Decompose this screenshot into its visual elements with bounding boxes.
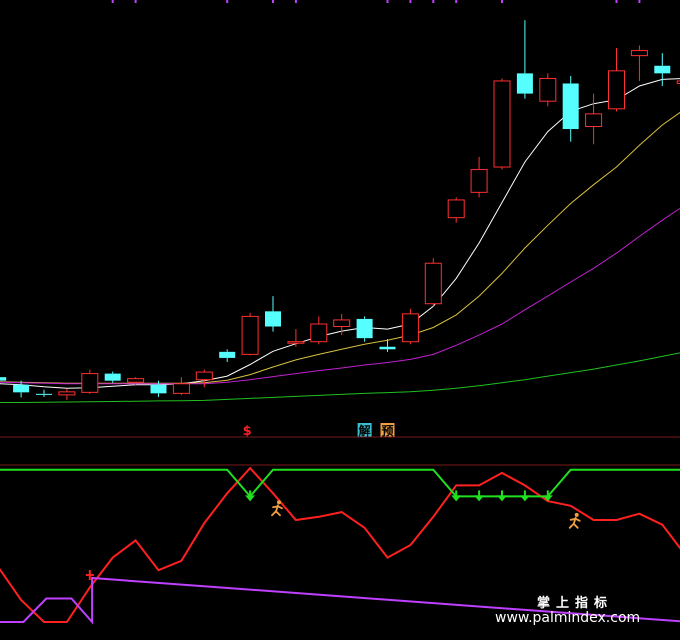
candle-body-up — [585, 113, 603, 128]
candle-body-up — [172, 383, 190, 394]
candle-body-up — [127, 378, 145, 383]
indicator-line-green — [0, 468, 680, 498]
down-arrow-head-icon — [245, 495, 256, 502]
candle-body-down — [516, 73, 533, 94]
top-tick-marks — [111, 0, 641, 3]
candle-body-up — [333, 319, 351, 328]
candle-body-up — [424, 262, 442, 305]
ma-line-ma4 — [0, 352, 680, 403]
candle-body-down — [219, 351, 236, 358]
top-tick — [294, 0, 297, 3]
candle — [356, 316, 373, 342]
top-tick — [111, 0, 114, 3]
candle-body-up — [310, 323, 328, 343]
candle-body-down — [104, 373, 121, 381]
top-tick — [386, 0, 389, 3]
down-arrow-head-icon — [451, 495, 462, 502]
candle — [195, 369, 213, 388]
ma-line-ma2 — [0, 111, 680, 384]
candle — [630, 45, 648, 81]
candle — [310, 316, 328, 345]
candle — [241, 312, 259, 356]
top-tick — [226, 0, 229, 3]
candle-body-down — [356, 318, 373, 339]
top-tick — [615, 0, 618, 3]
top-tick — [409, 0, 412, 3]
candle-body-down — [562, 83, 579, 130]
runner-icon — [568, 512, 581, 529]
runner-icon — [271, 500, 283, 517]
runner-head — [277, 500, 281, 505]
candle-body-up — [241, 315, 259, 355]
runner-body — [568, 516, 581, 529]
candle-body-up — [81, 373, 99, 393]
candle-body-up — [401, 313, 419, 343]
candle-body-down — [0, 377, 7, 381]
candle — [539, 73, 557, 107]
watermark-cn: 掌上指标 — [537, 595, 613, 611]
candle — [424, 258, 442, 307]
candle-body-down — [36, 393, 52, 395]
candle-body-up — [630, 50, 648, 57]
candle-body-down — [265, 311, 281, 327]
watermark: 掌上指标 www.palmindex.com — [495, 595, 640, 626]
candle — [36, 389, 52, 397]
candle-body-down — [654, 65, 671, 74]
down-arrow-head-icon — [474, 495, 485, 502]
down-arrow-head-icon — [519, 495, 530, 502]
price-panel — [0, 20, 680, 403]
top-tick — [272, 0, 274, 3]
candle-body-up — [287, 341, 305, 344]
runner-body — [271, 504, 283, 517]
candle-body-up — [58, 391, 76, 396]
top-tick — [638, 0, 641, 3]
candle — [401, 308, 419, 345]
candle — [447, 197, 465, 223]
candle-body-down — [13, 384, 30, 393]
badge-text: 预 — [381, 424, 393, 438]
candle — [0, 377, 7, 381]
candle-body-up — [447, 199, 465, 219]
candle — [493, 78, 511, 170]
candle-body-up — [195, 371, 213, 381]
candle — [516, 20, 533, 99]
candle — [562, 75, 579, 142]
runner-head — [574, 512, 579, 517]
candle-body-up — [539, 77, 557, 102]
top-tick — [134, 0, 137, 3]
candle — [608, 48, 625, 112]
candle-body-down — [379, 346, 396, 350]
candlesticks — [0, 20, 680, 400]
top-tick — [432, 0, 435, 3]
watermark-url: www.palmindex.com — [495, 610, 640, 626]
indicator-markers — [85, 490, 581, 581]
candle — [172, 377, 190, 395]
ma-line-ma3 — [0, 207, 680, 385]
stock-chart: $ 解预 掌上指标 www.palmindex.com — [0, 0, 680, 626]
candle — [470, 156, 488, 198]
candle-body-down — [150, 384, 167, 394]
candle — [104, 371, 121, 383]
top-tick — [455, 0, 458, 3]
candle — [287, 329, 305, 347]
down-arrow-head-icon — [497, 495, 507, 502]
top-tick — [501, 0, 503, 3]
candle-body-up — [608, 70, 625, 110]
candle-body-up — [470, 169, 488, 193]
candle — [58, 388, 76, 400]
candle — [81, 369, 99, 394]
candle — [585, 93, 603, 145]
candle — [219, 349, 236, 362]
candle — [265, 296, 281, 332]
badge-text: 解 — [359, 423, 371, 438]
candle-body-up — [493, 80, 511, 168]
